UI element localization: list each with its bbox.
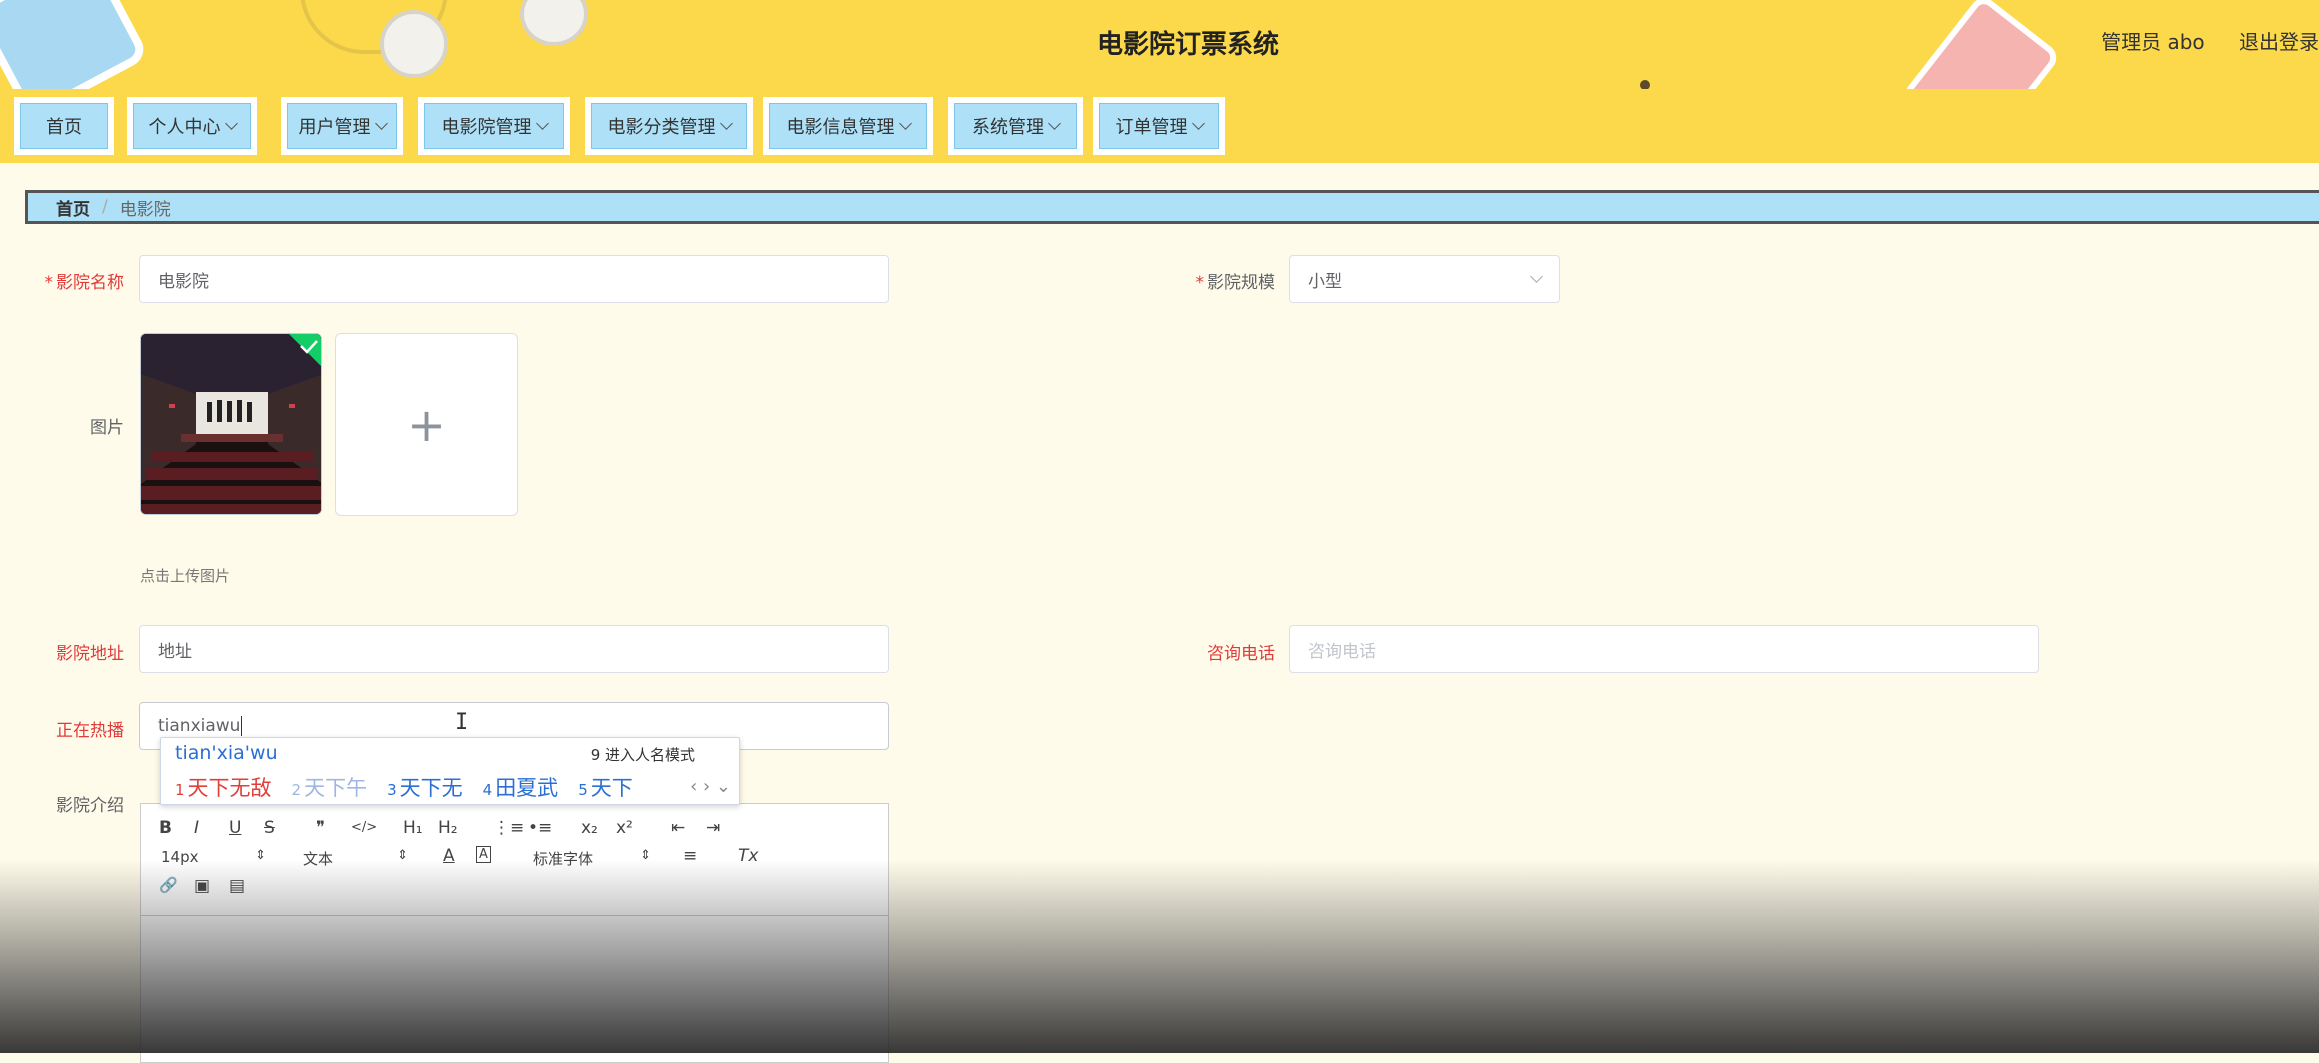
breadcrumb: 首页 / 电影院 bbox=[25, 190, 2319, 224]
upload-hint: 点击上传图片 bbox=[140, 567, 231, 585]
user-area: 管理员 abo 退出登录 bbox=[2073, 26, 2319, 55]
nav-item-cinema-management[interactable]: 电影院管理 bbox=[418, 97, 570, 155]
align-button[interactable]: ≡ bbox=[683, 846, 697, 866]
nav-item-user-management[interactable]: 用户管理 bbox=[281, 97, 403, 155]
nav-item-system-management[interactable]: 系统管理 bbox=[948, 97, 1083, 155]
chevron-updown-icon: ⇕ bbox=[397, 848, 408, 863]
breadcrumb-current: 电影院 bbox=[119, 199, 171, 220]
block-type-select[interactable]: 文本 ⇕ bbox=[303, 848, 408, 869]
text-color-button[interactable]: A bbox=[443, 846, 455, 866]
ibeam-cursor-icon: I bbox=[455, 710, 469, 735]
header1-button[interactable]: H₁ bbox=[403, 818, 423, 838]
italic-button[interactable]: I bbox=[194, 818, 199, 838]
logout-link[interactable]: 退出登录 bbox=[2239, 30, 2319, 54]
header2-button[interactable]: H₂ bbox=[438, 818, 458, 838]
outdent-button[interactable]: ⇤ bbox=[671, 818, 685, 838]
ordered-list-button[interactable]: ⋮≡ bbox=[493, 818, 524, 838]
ime-candidate-window: tian'xia'wu 9 进入人名模式 1 天下无敌 2 天下午 3 天下无 4 田夏… bbox=[160, 737, 740, 805]
uploaded-image[interactable] bbox=[140, 333, 322, 515]
font-size-select[interactable]: 14px ⇕ bbox=[161, 848, 266, 866]
editor-toolbar: B I U S ❞ </> H₁ H₂ ⋮≡ •≡ x₂ x² ⇤ ⇥ 14px… bbox=[141, 804, 888, 916]
font-family-select[interactable]: 标准字体 ⇕ bbox=[533, 848, 651, 869]
chevron-down-icon bbox=[1191, 117, 1205, 130]
video-button[interactable]: ▤ bbox=[229, 876, 245, 896]
superscript-button[interactable]: x² bbox=[616, 818, 633, 838]
nav-item-label: 订单管理 bbox=[1115, 117, 1188, 138]
nav-item-label: 电影信息管理 bbox=[786, 117, 895, 138]
cinema-scale-value: 小型 bbox=[1308, 271, 1342, 292]
cinema-scale-select[interactable]: 小型 bbox=[1289, 255, 1560, 303]
cinema-scale-label: * 影院规模 bbox=[1195, 273, 1276, 293]
ime-composition: tian'xia'wu bbox=[175, 742, 278, 764]
chevron-down-icon bbox=[1530, 270, 1543, 283]
nav-item-label: 首页 bbox=[46, 117, 82, 138]
chevron-down-icon bbox=[1048, 117, 1061, 130]
background-color-button[interactable]: A bbox=[476, 846, 491, 863]
nav-item-label: 用户管理 bbox=[298, 117, 371, 138]
ime-candidate[interactable]: 2 天下午 bbox=[292, 772, 368, 802]
plus-icon: + bbox=[407, 397, 446, 452]
ime-page-nav[interactable]: ‹ › ⌄ bbox=[690, 776, 731, 797]
chevron-down-icon bbox=[374, 117, 388, 130]
main-nav: 首页 个人中心 用户管理 电影院管理 电影分类管理 电影信息管理 系统管理 订单… bbox=[0, 89, 2319, 163]
upload-add-button[interactable]: + bbox=[335, 333, 518, 516]
nav-item-movie-category-management[interactable]: 电影分类管理 bbox=[585, 97, 753, 155]
nav-item-personal-center[interactable]: 个人中心 bbox=[127, 97, 257, 155]
subscript-button[interactable]: x₂ bbox=[581, 818, 598, 838]
chevron-down-icon bbox=[898, 117, 912, 130]
cinema-hall-image bbox=[141, 334, 321, 514]
rich-text-editor[interactable]: B I U S ❞ </> H₁ H₂ ⋮≡ •≡ x₂ x² ⇤ ⇥ 14px… bbox=[140, 803, 889, 1063]
app-title: 电影院订票系统 bbox=[1096, 30, 1279, 60]
ime-candidate[interactable]: 3 天下无 bbox=[387, 772, 463, 802]
chevron-updown-icon: ⇕ bbox=[640, 848, 651, 863]
intro-label: 影院介绍 bbox=[56, 796, 124, 816]
cinema-name-label: * 影院名称 bbox=[44, 273, 125, 293]
chevron-down-icon bbox=[719, 117, 733, 130]
image-label: 图片 bbox=[90, 418, 124, 438]
now-showing-label: 正在热播 bbox=[56, 721, 124, 741]
nav-item-order-management[interactable]: 订单管理 bbox=[1093, 97, 1225, 155]
nav-item-movie-info-management[interactable]: 电影信息管理 bbox=[763, 97, 933, 155]
top-header: 电影院订票系统 管理员 abo 退出登录 bbox=[0, 0, 2319, 92]
chevron-down-icon bbox=[224, 117, 238, 130]
nav-item-label: 个人中心 bbox=[148, 117, 221, 138]
ime-mode-hint[interactable]: 9 进入人名模式 bbox=[591, 744, 695, 765]
ime-candidate[interactable]: 5 天下 bbox=[578, 772, 633, 802]
current-user: 管理员 abo bbox=[2101, 30, 2205, 54]
bold-button[interactable]: B bbox=[159, 818, 172, 838]
address-input[interactable]: 地址 bbox=[139, 625, 889, 673]
underline-button[interactable]: U bbox=[229, 818, 241, 838]
bullet-list-button[interactable]: •≡ bbox=[528, 818, 552, 838]
address-label: 影院地址 bbox=[56, 644, 124, 664]
chevron-down-icon bbox=[535, 117, 549, 130]
phone-input[interactable]: 咨询电话 bbox=[1289, 625, 2039, 673]
link-button[interactable]: 🔗 bbox=[159, 876, 178, 894]
nav-item-label: 系统管理 bbox=[972, 117, 1044, 138]
strike-button[interactable]: S bbox=[264, 818, 275, 838]
breadcrumb-home[interactable]: 首页 bbox=[56, 195, 90, 220]
ime-candidates: 1 天下无敌 2 天下午 3 天下无 4 田夏武 5 天下 bbox=[175, 772, 633, 802]
nav-item-home[interactable]: 首页 bbox=[14, 97, 114, 155]
text-caret bbox=[241, 716, 243, 736]
chevron-updown-icon: ⇕ bbox=[255, 848, 266, 863]
now-showing-value: tianxiawu bbox=[158, 716, 241, 736]
blockquote-button[interactable]: ❞ bbox=[316, 818, 325, 838]
breadcrumb-separator: / bbox=[102, 197, 108, 217]
ime-candidate[interactable]: 4 田夏武 bbox=[483, 772, 559, 802]
clean-format-button[interactable]: Tx bbox=[738, 846, 758, 866]
cinema-name-input[interactable]: 电影院 bbox=[139, 255, 889, 303]
ime-candidate[interactable]: 1 天下无敌 bbox=[175, 772, 272, 802]
code-button[interactable]: </> bbox=[351, 820, 377, 835]
indent-button[interactable]: ⇥ bbox=[706, 818, 720, 838]
nav-item-label: 电影分类管理 bbox=[607, 117, 716, 138]
phone-label: 咨询电话 bbox=[1207, 644, 1275, 664]
nav-item-label: 电影院管理 bbox=[441, 117, 532, 138]
image-button[interactable]: ▣ bbox=[194, 876, 210, 896]
